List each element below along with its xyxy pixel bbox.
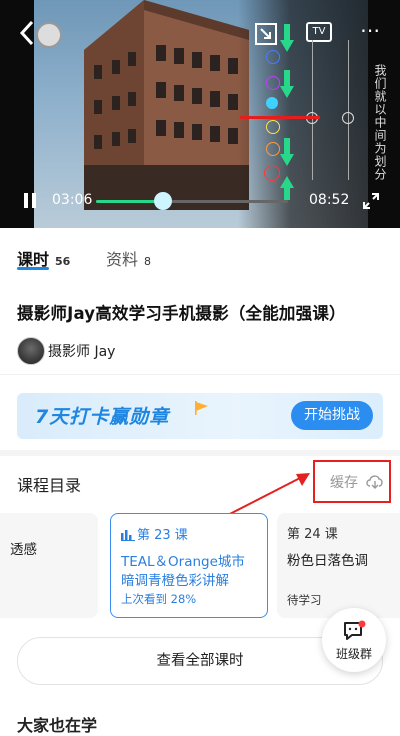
- slider-track: [348, 40, 349, 180]
- slider-knob: [342, 112, 354, 124]
- catalog-title: 课程目录: [17, 476, 82, 495]
- arrow-down-icon: [280, 138, 294, 166]
- section-divider: [0, 450, 400, 456]
- arrow-down-icon: [280, 24, 294, 52]
- video-side-text: 我们就以中间为划分: [373, 64, 387, 181]
- mark-circle: [266, 50, 280, 64]
- class-group-button[interactable]: 班级群: [322, 608, 386, 672]
- lesson-number: 第 23 课: [137, 528, 188, 543]
- avatar[interactable]: [17, 337, 45, 365]
- tab-lessons-count: 56: [55, 255, 71, 268]
- tab-materials[interactable]: 资料 8: [106, 246, 151, 270]
- mark-circle: [266, 76, 280, 90]
- tv-label: TV: [312, 26, 326, 37]
- pause-bar[interactable]: [24, 193, 28, 208]
- start-challenge-button[interactable]: 开始挑战: [291, 401, 373, 430]
- lesson-card-current[interactable]: 第 23 课 TEAL＆Orange城市暗调青橙色彩讲解 上次看到 28%: [110, 513, 268, 618]
- arrow-up-icon: [280, 176, 294, 200]
- lesson-number: 第 24 课: [287, 527, 338, 542]
- mark-dot: [266, 97, 278, 109]
- more-icon[interactable]: ⋯: [360, 18, 380, 42]
- pause-bar[interactable]: [32, 193, 36, 208]
- arrow-down-icon: [280, 70, 294, 98]
- slider-track: [312, 40, 313, 180]
- red-line: [240, 116, 320, 119]
- mark-circle: [264, 165, 280, 181]
- lesson-name: 透感: [10, 542, 37, 558]
- author-name[interactable]: 摄影师 Jay: [48, 341, 115, 361]
- chat-icon: [344, 620, 366, 640]
- record-icon: [36, 22, 62, 48]
- lesson-name: 粉色日落色调: [287, 553, 368, 569]
- tab-materials-label: 资料: [106, 250, 139, 269]
- playing-bars-icon: [121, 530, 135, 541]
- pip-icon[interactable]: [254, 22, 278, 46]
- video-player[interactable]: TV ⋯ 我们就以中间为划分 03:06 08:52: [0, 0, 400, 228]
- course-title: 摄影师Jay高效学习手机摄影（全能加强课）: [17, 304, 346, 323]
- progress-fill: [96, 200, 164, 203]
- checkin-banner[interactable]: 7天打卡赢勋章 开始挑战: [17, 393, 383, 439]
- total-time: 08:52: [309, 192, 350, 208]
- tv-cast-icon[interactable]: TV: [306, 22, 332, 42]
- building-image: [84, 0, 249, 210]
- lesson-progress: 上次看到 28%: [121, 592, 197, 606]
- lesson-card[interactable]: 第 24 课 粉色日落色调 待学习: [277, 513, 400, 618]
- next-section-title: 大家也在学: [17, 716, 98, 735]
- lesson-status: 待学习: [287, 593, 322, 607]
- tab-indicator: [17, 267, 49, 270]
- class-group-label: 班级群: [335, 647, 372, 661]
- highlight-box: [313, 460, 391, 503]
- flag-icon: [195, 401, 208, 415]
- mark-circle: [266, 120, 280, 134]
- divider: [0, 374, 400, 375]
- progress-track[interactable]: [96, 192, 288, 210]
- mark-circle: [266, 142, 280, 156]
- current-time: 03:06: [52, 192, 93, 208]
- banner-text: 7天打卡赢勋章: [35, 406, 170, 428]
- lesson-card[interactable]: 透感: [0, 513, 98, 618]
- tab-materials-count: 8: [144, 255, 152, 268]
- lesson-name: TEAL＆Orange城市暗调青橙色彩讲解: [121, 554, 245, 589]
- fullscreen-icon[interactable]: [362, 192, 380, 210]
